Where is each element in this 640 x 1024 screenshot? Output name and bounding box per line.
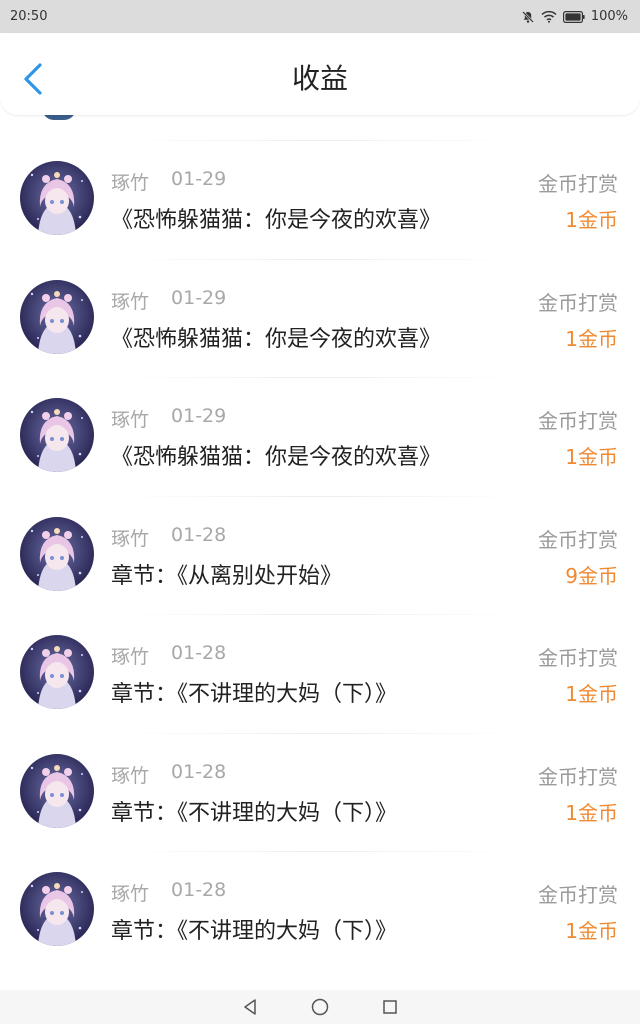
row-meta: 琢竹 01-28: [111, 524, 226, 551]
battery-percent: 100%: [590, 9, 628, 24]
back-triangle-icon: [244, 999, 256, 1015]
avatar[interactable]: [20, 279, 94, 354]
earning-row[interactable]: 琢竹 01-28 章节：《从离别处开始》 金币打赏 9金币: [0, 495, 640, 615]
avatar-art: [30, 172, 83, 235]
reward-amount: 1金币: [565, 208, 618, 232]
earning-row[interactable]: 琢竹 01-29 《恐怖躲猫猫：你是今夜的欢喜》 金币打赏 1金币: [0, 258, 640, 378]
earning-row[interactable]: 琢竹 01-28 章节：《不讲理的大妈（下）》 金币打赏 1金币: [0, 732, 640, 852]
reward-amount: 1金币: [565, 919, 618, 943]
app-header: 收益: [0, 33, 640, 115]
record-date: 01-28: [171, 642, 227, 664]
status-icons: 100%: [521, 9, 628, 24]
status-bar: 20:50 100%: [0, 0, 640, 33]
user-name: 琢竹: [111, 764, 150, 787]
recent-square-icon: [383, 1000, 397, 1014]
record-date: 01-29: [171, 405, 227, 427]
record-date: 01-29: [171, 168, 227, 190]
mute-bell-icon: [521, 10, 535, 24]
row-meta: 琢竹 01-28: [111, 879, 226, 906]
record-date: 01-28: [171, 523, 227, 546]
avatar-art: [30, 290, 83, 354]
avatar[interactable]: [20, 398, 94, 472]
reward-amount: 1金币: [565, 800, 618, 825]
battery-icon: [562, 10, 585, 23]
row-meta: 琢竹 01-29: [111, 168, 226, 195]
nav-back-button[interactable]: [240, 997, 260, 1017]
reward-type: 金币打赏: [538, 764, 618, 789]
reward-amount: 1金币: [565, 445, 618, 469]
row-meta: 琢竹 01-28: [111, 761, 226, 788]
user-name: 琢竹: [111, 527, 150, 550]
user-name: 琢竹: [111, 409, 150, 431]
avatar-art: [30, 764, 83, 828]
reward-type: 金币打赏: [538, 290, 618, 315]
system-nav-bar: [0, 990, 640, 1024]
user-name: 琢竹: [111, 172, 150, 194]
row-meta: 琢竹 01-28: [111, 642, 226, 669]
avatar[interactable]: [20, 516, 94, 591]
earnings-list: 琢竹 01-29 《恐怖躲猫猫：你是今夜的欢喜》 金币打赏 1金币 琢竹 01-29 《恐怖躲…: [0, 140, 640, 970]
avatar-art: [30, 883, 83, 946]
back-button[interactable]: [18, 61, 48, 97]
reward-type: 金币打赏: [538, 409, 618, 433]
reward-type: 金币打赏: [538, 646, 618, 670]
reward-type: 金币打赏: [538, 527, 618, 552]
row-meta: 琢竹 01-29: [111, 405, 226, 432]
chevron-left-icon: [24, 63, 42, 95]
user-name: 琢竹: [111, 290, 150, 313]
user-name: 琢竹: [111, 883, 150, 905]
avatar-art: [30, 646, 83, 709]
nav-recent-button[interactable]: [380, 997, 400, 1017]
avatar[interactable]: [20, 753, 94, 828]
work-title: 章节：《不讲理的大妈（下）》: [111, 919, 398, 944]
status-time: 20:50: [10, 9, 48, 24]
record-date: 01-28: [171, 760, 227, 783]
earning-row[interactable]: 琢竹 01-29 《恐怖躲猫猫：你是今夜的欢喜》 金币打赏 1金币: [0, 140, 640, 259]
user-name: 琢竹: [111, 646, 150, 668]
work-title: 章节：《从离别处开始》: [111, 563, 343, 589]
home-circle-icon: [311, 998, 329, 1016]
work-title: 章节：《不讲理的大妈（下）》: [111, 800, 398, 826]
page-title: 收益: [291, 62, 348, 95]
avatar-art: [30, 409, 83, 472]
work-title: 《恐怖躲猫猫：你是今夜的欢喜》: [111, 445, 442, 470]
earning-row[interactable]: 琢竹 01-29 《恐怖躲猫猫：你是今夜的欢喜》 金币打赏 1金币: [0, 377, 640, 496]
work-title: 《恐怖躲猫猫：你是今夜的欢喜》: [111, 326, 442, 352]
earning-row[interactable]: 琢竹 01-28 章节：《不讲理的大妈（下）》 金币打赏 1金币: [0, 614, 640, 733]
avatar[interactable]: [20, 635, 94, 709]
reward-amount: 1金币: [565, 326, 618, 351]
row-meta: 琢竹 01-29: [111, 287, 226, 314]
wifi-icon: [541, 10, 557, 23]
work-title: 章节：《不讲理的大妈（下）》: [111, 682, 398, 707]
record-date: 01-29: [171, 286, 227, 309]
record-date: 01-28: [171, 879, 227, 901]
reward-amount: 1金币: [565, 682, 618, 706]
reward-type: 金币打赏: [538, 172, 618, 196]
reward-amount: 9金币: [565, 563, 618, 588]
earning-row[interactable]: 琢竹 01-28 章节：《不讲理的大妈（下）》 金币打赏 1金币: [0, 851, 640, 970]
reward-type: 金币打赏: [538, 883, 618, 907]
nav-home-button[interactable]: [310, 997, 330, 1017]
work-title: 《恐怖躲猫猫：你是今夜的欢喜》: [111, 208, 442, 233]
avatar[interactable]: [20, 161, 94, 235]
avatar[interactable]: [20, 872, 94, 946]
avatar-art: [30, 527, 83, 591]
